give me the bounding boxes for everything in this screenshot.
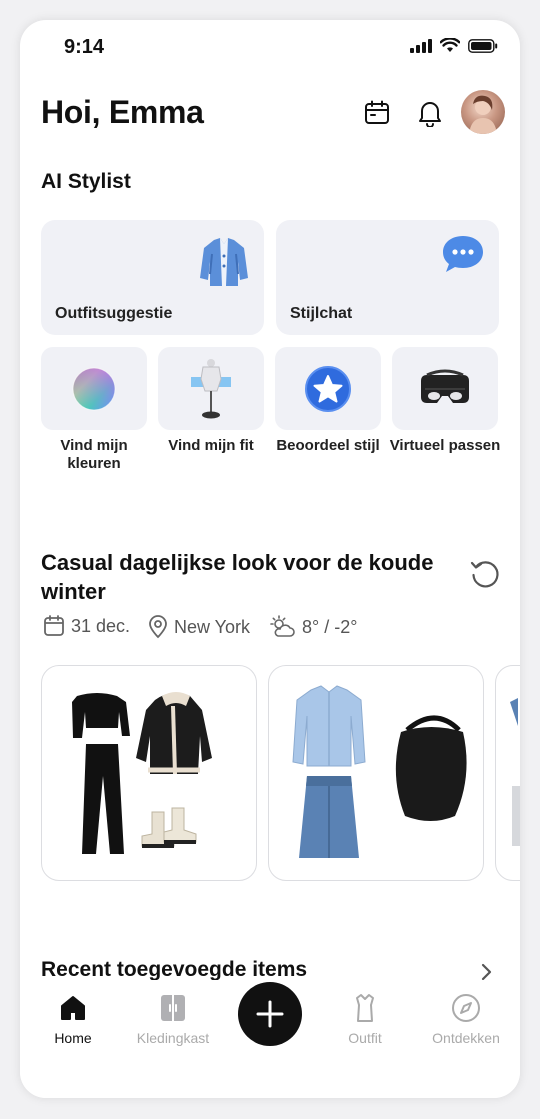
outfit-suggestion-card[interactable]: Outfitsuggestie [41, 220, 264, 335]
chevron-right-icon [481, 963, 492, 981]
find-my-fit-label: Vind mijn fit [168, 437, 254, 454]
calendar-button[interactable] [360, 96, 394, 130]
signal-icon [410, 38, 432, 53]
shirt-icon [356, 994, 374, 1022]
compass-icon [452, 994, 480, 1022]
wifi-icon [440, 38, 460, 52]
profile-avatar[interactable] [461, 90, 505, 134]
black-top-icon [72, 693, 130, 738]
location-pin-icon [149, 615, 167, 639]
outfit-3-illustration [510, 698, 520, 846]
status-icons [410, 38, 498, 53]
outfit-card-3[interactable] [495, 665, 520, 881]
bell-icon [419, 102, 441, 127]
battery-icon [468, 38, 498, 53]
refresh-icon [470, 561, 499, 588]
find-my-colors-card[interactable] [41, 347, 147, 430]
tab-discover-label: Ontdekken [432, 1030, 500, 1046]
partly-cloudy-icon [270, 615, 295, 637]
virtual-try-on-card[interactable] [392, 347, 498, 430]
look-date-text: 31 dec. [71, 615, 131, 636]
black-trousers-icon [82, 744, 124, 854]
star-badge-icon [305, 365, 351, 412]
vr-headset-icon [421, 369, 469, 403]
chat-bubble-icon [441, 234, 485, 279]
look-weather: 8° / -2° [270, 615, 357, 639]
avatar-photo-icon [469, 95, 497, 134]
outfit-card-1[interactable] [41, 665, 257, 881]
look-date: 31 dec. [43, 615, 130, 637]
refresh-button[interactable] [469, 558, 501, 595]
phone-screen: 9:14 Hoi, Emma AI Stylist Outfitsuggesti… [20, 20, 520, 1098]
outfit-suggestion-label: Outfitsuggestie [55, 305, 173, 322]
daily-look-title: Casual dagelijkse look voor de koude win… [41, 550, 434, 604]
outfit-2-illustration [292, 685, 467, 858]
tab-discover[interactable]: Ontdekken [420, 992, 512, 1046]
recent-items-title: Recent toegevoegde items [41, 958, 308, 981]
tab-wardrobe[interactable]: Kledingkast [127, 992, 219, 1046]
wardrobe-icon [161, 995, 185, 1021]
tab-wardrobe-label: Kledingkast [136, 1030, 210, 1046]
add-button[interactable] [238, 982, 302, 1046]
rate-style-card[interactable] [275, 347, 381, 430]
rate-style-label: Beoordeel stijl [276, 437, 380, 454]
calendar-small-icon [44, 615, 64, 636]
outfit-card-2[interactable] [268, 665, 484, 881]
outfit-1-illustration [72, 692, 212, 854]
look-location: New York [148, 615, 250, 639]
find-my-colors-label: Vind mijn kleuren [60, 437, 128, 472]
virtual-try-on-label: Virtueel passen [389, 437, 501, 454]
look-weather-text: 8° / -2° [302, 616, 358, 637]
style-chat-card[interactable]: Stijlchat [276, 220, 499, 335]
tab-outfit-label: Outfit [348, 1030, 382, 1046]
tab-outfit[interactable]: Outfit [319, 992, 411, 1046]
notifications-button[interactable] [413, 96, 447, 130]
bottom-tab-bar: Home Kledingkast Outfit Ontdekken [20, 980, 520, 1098]
calendar-icon [365, 100, 389, 124]
style-chat-label: Stijlchat [290, 305, 353, 322]
find-my-fit-card[interactable] [158, 347, 264, 430]
greeting-title: Hoi, Emma [41, 94, 204, 130]
jacket-icon [198, 234, 250, 295]
status-time: 9:14 [64, 36, 105, 58]
tab-home-label: Home [54, 1030, 92, 1046]
color-wheel-icon [72, 367, 116, 410]
mannequin-icon [191, 358, 231, 418]
plus-icon [256, 1000, 284, 1028]
status-bar: 9:14 [20, 20, 520, 76]
tab-home[interactable]: Home [27, 992, 119, 1046]
ai-stylist-title: AI Stylist [41, 170, 131, 193]
look-location-text: New York [174, 616, 251, 637]
home-icon [61, 996, 85, 1020]
